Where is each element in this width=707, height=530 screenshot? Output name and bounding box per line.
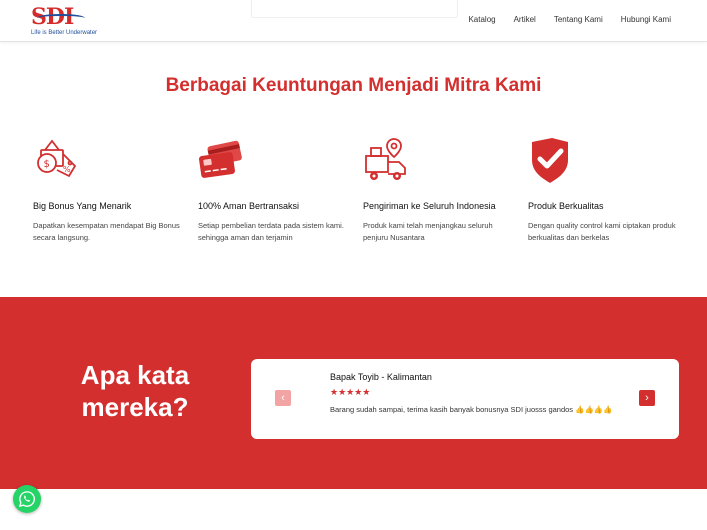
prev-arrow-button[interactable]: ‹ xyxy=(275,390,291,406)
next-arrow-button[interactable]: › xyxy=(639,390,655,406)
benefit-title: Produk Berkualitas xyxy=(528,201,604,211)
benefits-title: Berbagai Keuntungan Menjadi Mitra Kami xyxy=(165,75,542,96)
nav-hubungi-kami[interactable]: Hubungi Kami xyxy=(621,15,671,24)
gift-coin-icon: $ % xyxy=(37,139,77,178)
benefit-card: $ % Big Bonus Yang Menarik Dapatkan kese… xyxy=(33,136,183,244)
whatsapp-icon xyxy=(18,491,35,508)
benefit-title: Big Bonus Yang Menarik xyxy=(33,201,132,211)
delivery-truck-icon xyxy=(365,138,406,180)
benefit-desc: Setiap pembelian terdata pada sistem kam… xyxy=(198,221,344,242)
testimonial-heading: Apa kata mereka? xyxy=(80,360,190,422)
logo-swoosh xyxy=(37,14,85,22)
review-text: Barang sudah sampai, terima kasih banyak… xyxy=(330,405,613,414)
main-nav: Katalog Artikel Tentang Kami Hubungi Kam… xyxy=(450,15,671,24)
rating-stars: ★★★★★ xyxy=(330,387,371,397)
benefit-card: Produk Berkualitas Dengan quality contro… xyxy=(528,136,678,244)
benefit-card: 100% Aman Bertransaksi Setiap pembelian … xyxy=(198,136,348,244)
benefit-desc: Produk kami telah menjangkau seluruh pen… xyxy=(363,221,493,242)
reviewer-name: Bapak Toyib - Kalimantan xyxy=(330,372,432,382)
header-search-box[interactable] xyxy=(251,0,458,18)
benefit-desc: Dengan quality control kami ciptakan pro… xyxy=(528,221,676,242)
benefit-title: Pengiriman ke Seluruh Indonesia xyxy=(363,201,496,211)
benefit-title: 100% Aman Bertransaksi xyxy=(198,201,300,211)
testimonial-card: ‹ Bapak Toyib - Kalimantan ★★★★★ Barang … xyxy=(251,359,679,439)
site-header: SDI Life is Better Underwater Katalog Ar… xyxy=(0,0,707,42)
brand-logo[interactable]: SDI Life is Better Underwater xyxy=(31,4,97,38)
logo-tagline: Life is Better Underwater xyxy=(31,30,98,36)
benefit-desc: Dapatkan kesempatan mendapat Big Bonus s… xyxy=(33,221,180,242)
nav-artikel[interactable]: Artikel xyxy=(514,15,536,24)
credit-card-icon xyxy=(199,140,242,178)
svg-text:$: $ xyxy=(44,159,50,170)
chevron-right-icon: › xyxy=(645,392,649,404)
benefit-card: Pengiriman ke Seluruh Indonesia Produk k… xyxy=(363,136,513,244)
svg-text:%: % xyxy=(63,165,71,174)
nav-tentang-kami[interactable]: Tentang Kami xyxy=(554,15,603,24)
nav-katalog[interactable]: Katalog xyxy=(468,15,495,24)
chevron-left-icon: ‹ xyxy=(281,392,285,404)
shield-check-icon xyxy=(532,138,568,183)
whatsapp-button[interactable] xyxy=(13,485,41,513)
